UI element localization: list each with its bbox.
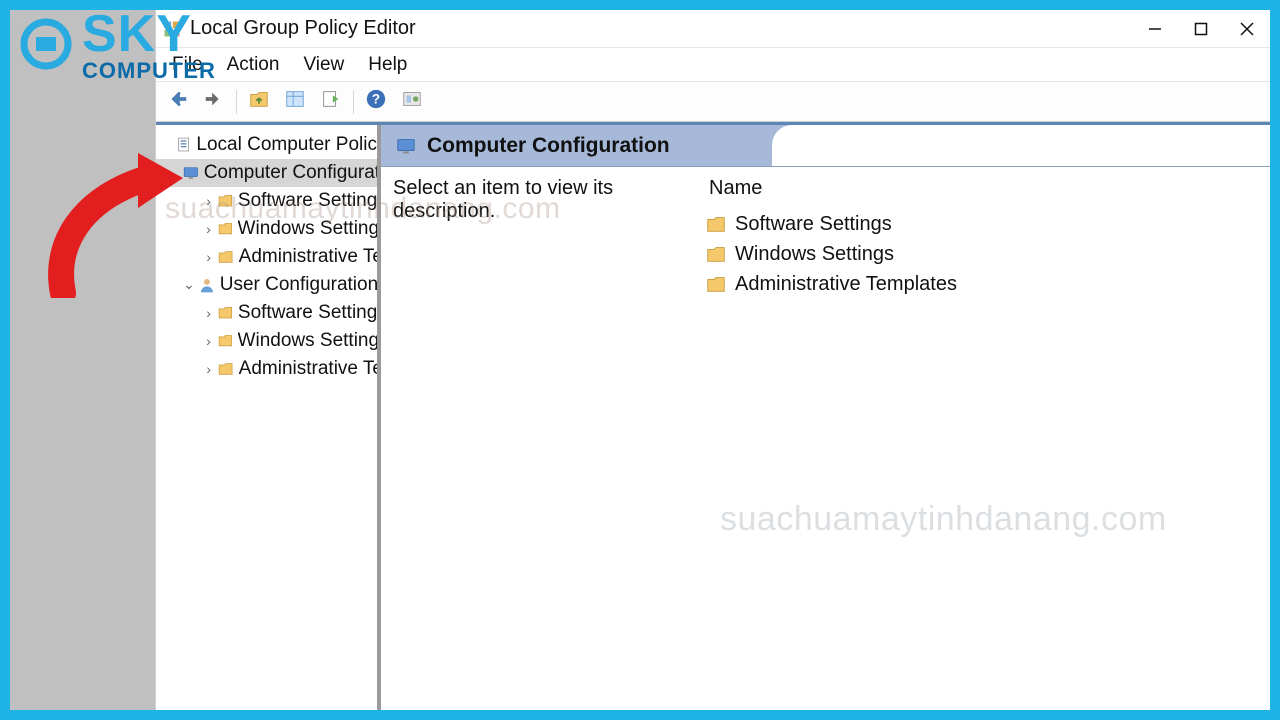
menu-file[interactable]: File xyxy=(160,50,215,80)
back-button[interactable] xyxy=(161,87,195,117)
folder-up-icon xyxy=(248,88,270,115)
titlebar: Local Group Policy Editor xyxy=(156,10,1270,48)
app-window: Local Group Policy Editor File Action Vi… xyxy=(155,10,1270,710)
back-arrow-icon xyxy=(167,88,189,115)
chevron-right-icon: › xyxy=(202,333,215,349)
left-grey-strip xyxy=(10,10,155,710)
help-icon: ? xyxy=(365,88,387,115)
tree-label: Computer Configurat xyxy=(204,162,377,184)
tree-uc-software-settings[interactable]: › Software Settings xyxy=(156,299,377,327)
filter-settings-icon xyxy=(401,88,423,115)
tree-label: Windows Settings xyxy=(238,330,377,352)
show-tree-button[interactable] xyxy=(278,87,312,117)
chevron-right-icon: › xyxy=(202,221,215,237)
folder-icon xyxy=(705,273,727,295)
outer-frame: Local Group Policy Editor File Action Vi… xyxy=(0,0,1280,720)
tree-label: Windows Settings xyxy=(238,218,377,240)
export-list-icon xyxy=(320,88,342,115)
computer-icon xyxy=(395,135,417,157)
tree-pane-icon xyxy=(284,88,306,115)
folder-icon xyxy=(217,248,234,266)
chevron-right-icon: › xyxy=(202,361,215,377)
folder-icon xyxy=(217,192,234,210)
forward-arrow-icon xyxy=(203,88,225,115)
close-button[interactable] xyxy=(1224,10,1270,48)
tree-pane[interactable]: Local Computer Policy Computer Configura… xyxy=(156,125,381,710)
menu-help[interactable]: Help xyxy=(356,50,419,80)
description-prompt: Select an item to view its description. xyxy=(393,177,703,223)
chevron-down-icon: ⌄ xyxy=(182,276,196,293)
tree-uc-windows-settings[interactable]: › Windows Settings xyxy=(156,327,377,355)
maximize-button[interactable] xyxy=(1178,10,1224,48)
toolbar: ? xyxy=(156,82,1270,122)
folder-icon xyxy=(705,243,727,265)
svg-text:?: ? xyxy=(372,92,380,107)
content-header: Computer Configuration xyxy=(381,125,1270,167)
up-one-level-button[interactable] xyxy=(242,87,276,117)
menubar: File Action View Help xyxy=(156,48,1270,82)
list-item-label: Windows Settings xyxy=(735,243,894,266)
app-icon xyxy=(162,19,182,39)
tree-cc-windows-settings[interactable]: › Windows Settings xyxy=(156,215,377,243)
tree-label: User Configuration xyxy=(220,274,377,296)
user-icon xyxy=(198,276,216,294)
folder-icon xyxy=(217,360,234,378)
list-item-windows-settings[interactable]: Windows Settings xyxy=(703,239,1258,269)
computer-icon xyxy=(182,164,200,182)
menu-action[interactable]: Action xyxy=(215,50,292,80)
tree-label: Software Settings xyxy=(238,302,377,324)
tree-cc-administrative-templates[interactable]: › Administrative Te xyxy=(156,243,377,271)
chevron-right-icon: › xyxy=(202,193,215,209)
chevron-right-icon: › xyxy=(202,305,215,321)
chevron-right-icon: › xyxy=(202,249,215,265)
description-pane: Select an item to view its description. xyxy=(393,177,703,710)
list-item-label: Software Settings xyxy=(735,213,892,236)
tree-label: Administrative Te xyxy=(239,358,377,380)
list-item-software-settings[interactable]: Software Settings xyxy=(703,209,1258,239)
policy-settings-button[interactable] xyxy=(395,87,429,117)
tree-label: Software Settings xyxy=(238,190,377,212)
menu-view[interactable]: View xyxy=(291,50,356,80)
tree-label: Local Computer Policy xyxy=(196,134,377,156)
list-item-label: Administrative Templates xyxy=(735,273,957,296)
help-button[interactable]: ? xyxy=(359,87,393,117)
toolbar-separator xyxy=(353,90,354,114)
content-title: Computer Configuration xyxy=(427,134,670,158)
tree-root[interactable]: Local Computer Policy xyxy=(156,131,377,159)
body-split: Local Computer Policy Computer Configura… xyxy=(156,122,1270,710)
forward-button[interactable] xyxy=(197,87,231,117)
export-button[interactable] xyxy=(314,87,348,117)
folder-icon xyxy=(705,213,727,235)
folder-icon xyxy=(217,332,234,350)
toolbar-separator xyxy=(236,90,237,114)
tree-label: Administrative Te xyxy=(239,246,377,268)
policy-root-icon xyxy=(175,136,192,154)
list-item-administrative-templates[interactable]: Administrative Templates xyxy=(703,269,1258,299)
minimize-button[interactable] xyxy=(1132,10,1178,48)
window-title: Local Group Policy Editor xyxy=(190,17,1132,40)
folder-icon xyxy=(217,304,234,322)
content-pane: Computer Configuration Select an item to… xyxy=(381,125,1270,710)
tree-computer-configuration[interactable]: Computer Configurat xyxy=(156,159,377,187)
list-pane[interactable]: Name Software Settings Windows Settings … xyxy=(703,177,1258,710)
tree-cc-software-settings[interactable]: › Software Settings xyxy=(156,187,377,215)
tree-uc-administrative-templates[interactable]: › Administrative Te xyxy=(156,355,377,383)
folder-icon xyxy=(217,220,234,238)
tree-user-configuration[interactable]: ⌄ User Configuration xyxy=(156,271,377,299)
column-header-name[interactable]: Name xyxy=(703,177,1258,209)
